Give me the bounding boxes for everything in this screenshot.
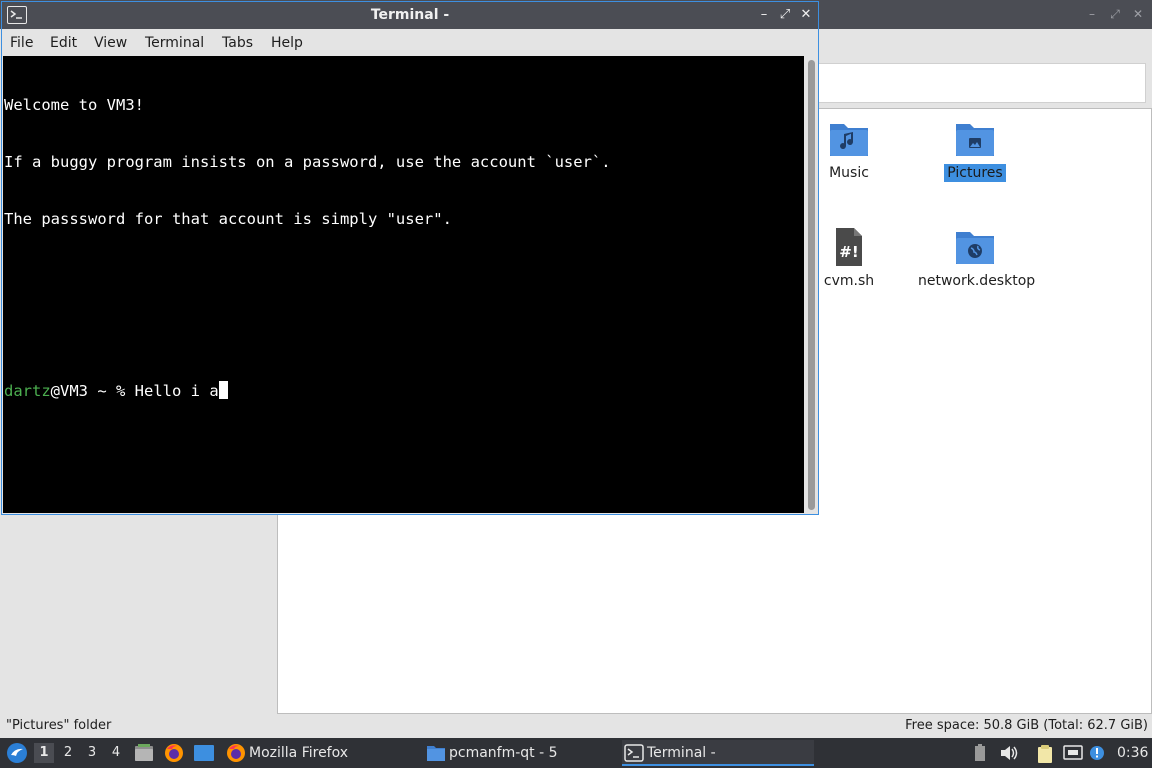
terminal-icon bbox=[624, 744, 644, 762]
task-firefox[interactable]: Mozilla Firefox bbox=[224, 740, 416, 766]
menu-view[interactable]: View bbox=[94, 35, 127, 51]
terminal-line: The passsword for that account is simply… bbox=[4, 210, 452, 228]
selection-status: "Pictures" folder bbox=[6, 718, 112, 733]
terminal-scrollbar[interactable] bbox=[805, 56, 818, 513]
folder-icon bbox=[427, 746, 445, 761]
terminal-screen[interactable]: Welcome to VM3! If a buggy program insis… bbox=[3, 56, 804, 513]
text-cursor bbox=[218, 381, 228, 399]
task-pcmanfm[interactable]: pcmanfm-qt - 5 windo... bbox=[424, 740, 616, 766]
music-folder-icon bbox=[830, 124, 868, 156]
free-space-status: Free space: 50.8 GiB (Total: 62.7 GiB) bbox=[905, 718, 1148, 733]
network-icon[interactable] bbox=[1062, 744, 1084, 762]
menu-help[interactable]: Help bbox=[271, 35, 303, 51]
task-terminal[interactable]: Terminal - bbox=[622, 740, 814, 766]
firefox-launcher-icon[interactable] bbox=[164, 743, 184, 763]
maximize-icon[interactable]: ⤢ bbox=[777, 7, 793, 23]
clipboard-icon[interactable] bbox=[1035, 744, 1055, 763]
file-label: Pictures bbox=[944, 164, 1006, 182]
prompt-user: dartz bbox=[4, 382, 51, 400]
window-title: Terminal - bbox=[370, 7, 450, 23]
task-label: Terminal - bbox=[647, 745, 716, 761]
task-label: Mozilla Firefox bbox=[249, 745, 349, 761]
clock[interactable]: 0:36 bbox=[1117, 738, 1148, 768]
menu-file[interactable]: File bbox=[10, 35, 33, 51]
file-item-pictures[interactable]: Pictures bbox=[915, 118, 1035, 182]
scrollbar-thumb[interactable] bbox=[808, 60, 815, 510]
file-label: network.desktop bbox=[918, 273, 1036, 289]
workspace-3[interactable]: 3 bbox=[82, 743, 102, 763]
workspace-4[interactable]: 4 bbox=[106, 743, 126, 763]
pictures-folder-icon bbox=[956, 124, 994, 156]
taskbar: 1 2 3 4 Mozilla Firefox pcmanfm-qt - 5 w… bbox=[0, 738, 1152, 768]
close-icon[interactable]: ✕ bbox=[798, 7, 814, 23]
prompt-line[interactable]: dartz@VM3 ~ % Hello i a bbox=[4, 381, 804, 400]
battery-icon[interactable] bbox=[973, 744, 987, 762]
path-bar[interactable] bbox=[818, 63, 1146, 103]
minimize-icon[interactable]: – bbox=[756, 7, 772, 23]
terminal-line: If a buggy program insists on a password… bbox=[4, 153, 611, 171]
terminal-window[interactable]: Terminal - – ⤢ ✕ File Edit View Terminal… bbox=[1, 1, 819, 515]
workspace-2[interactable]: 2 bbox=[58, 743, 78, 763]
notification-icon[interactable] bbox=[1088, 744, 1106, 762]
desktop-launcher-icon[interactable] bbox=[193, 743, 215, 763]
close-icon[interactable]: ✕ bbox=[1130, 6, 1146, 22]
file-manager-launcher-icon[interactable] bbox=[134, 743, 154, 763]
prompt-host: @VM3 ~ % bbox=[50, 382, 135, 400]
workspace-1[interactable]: 1 bbox=[34, 743, 54, 763]
menu-bar: File Edit View Terminal Tabs Help bbox=[2, 29, 818, 56]
file-label: cvm.sh bbox=[823, 273, 875, 289]
minimize-icon[interactable]: – bbox=[1084, 6, 1100, 22]
menu-terminal[interactable]: Terminal bbox=[145, 35, 204, 51]
volume-icon[interactable] bbox=[999, 744, 1019, 762]
terminal-titlebar[interactable]: Terminal - – ⤢ ✕ bbox=[2, 2, 818, 29]
maximize-icon[interactable]: ⤢ bbox=[1107, 6, 1123, 22]
menu-tabs[interactable]: Tabs bbox=[222, 35, 253, 51]
task-label: pcmanfm-qt - 5 windo... bbox=[449, 745, 558, 761]
command-input[interactable]: Hello i a bbox=[135, 382, 219, 400]
start-menu-icon[interactable] bbox=[5, 741, 29, 765]
svg-text:#!: #! bbox=[839, 243, 858, 261]
network-folder-icon bbox=[956, 232, 994, 264]
firefox-icon bbox=[227, 744, 245, 762]
file-item-network-desktop[interactable]: network.desktop bbox=[915, 226, 1035, 290]
terminal-line: Welcome to VM3! bbox=[4, 96, 144, 114]
status-bar: "Pictures" folder Free space: 50.8 GiB (… bbox=[0, 715, 1152, 737]
file-label: Music bbox=[829, 165, 869, 181]
shell-script-icon: #! bbox=[836, 228, 862, 266]
menu-edit[interactable]: Edit bbox=[50, 35, 77, 51]
